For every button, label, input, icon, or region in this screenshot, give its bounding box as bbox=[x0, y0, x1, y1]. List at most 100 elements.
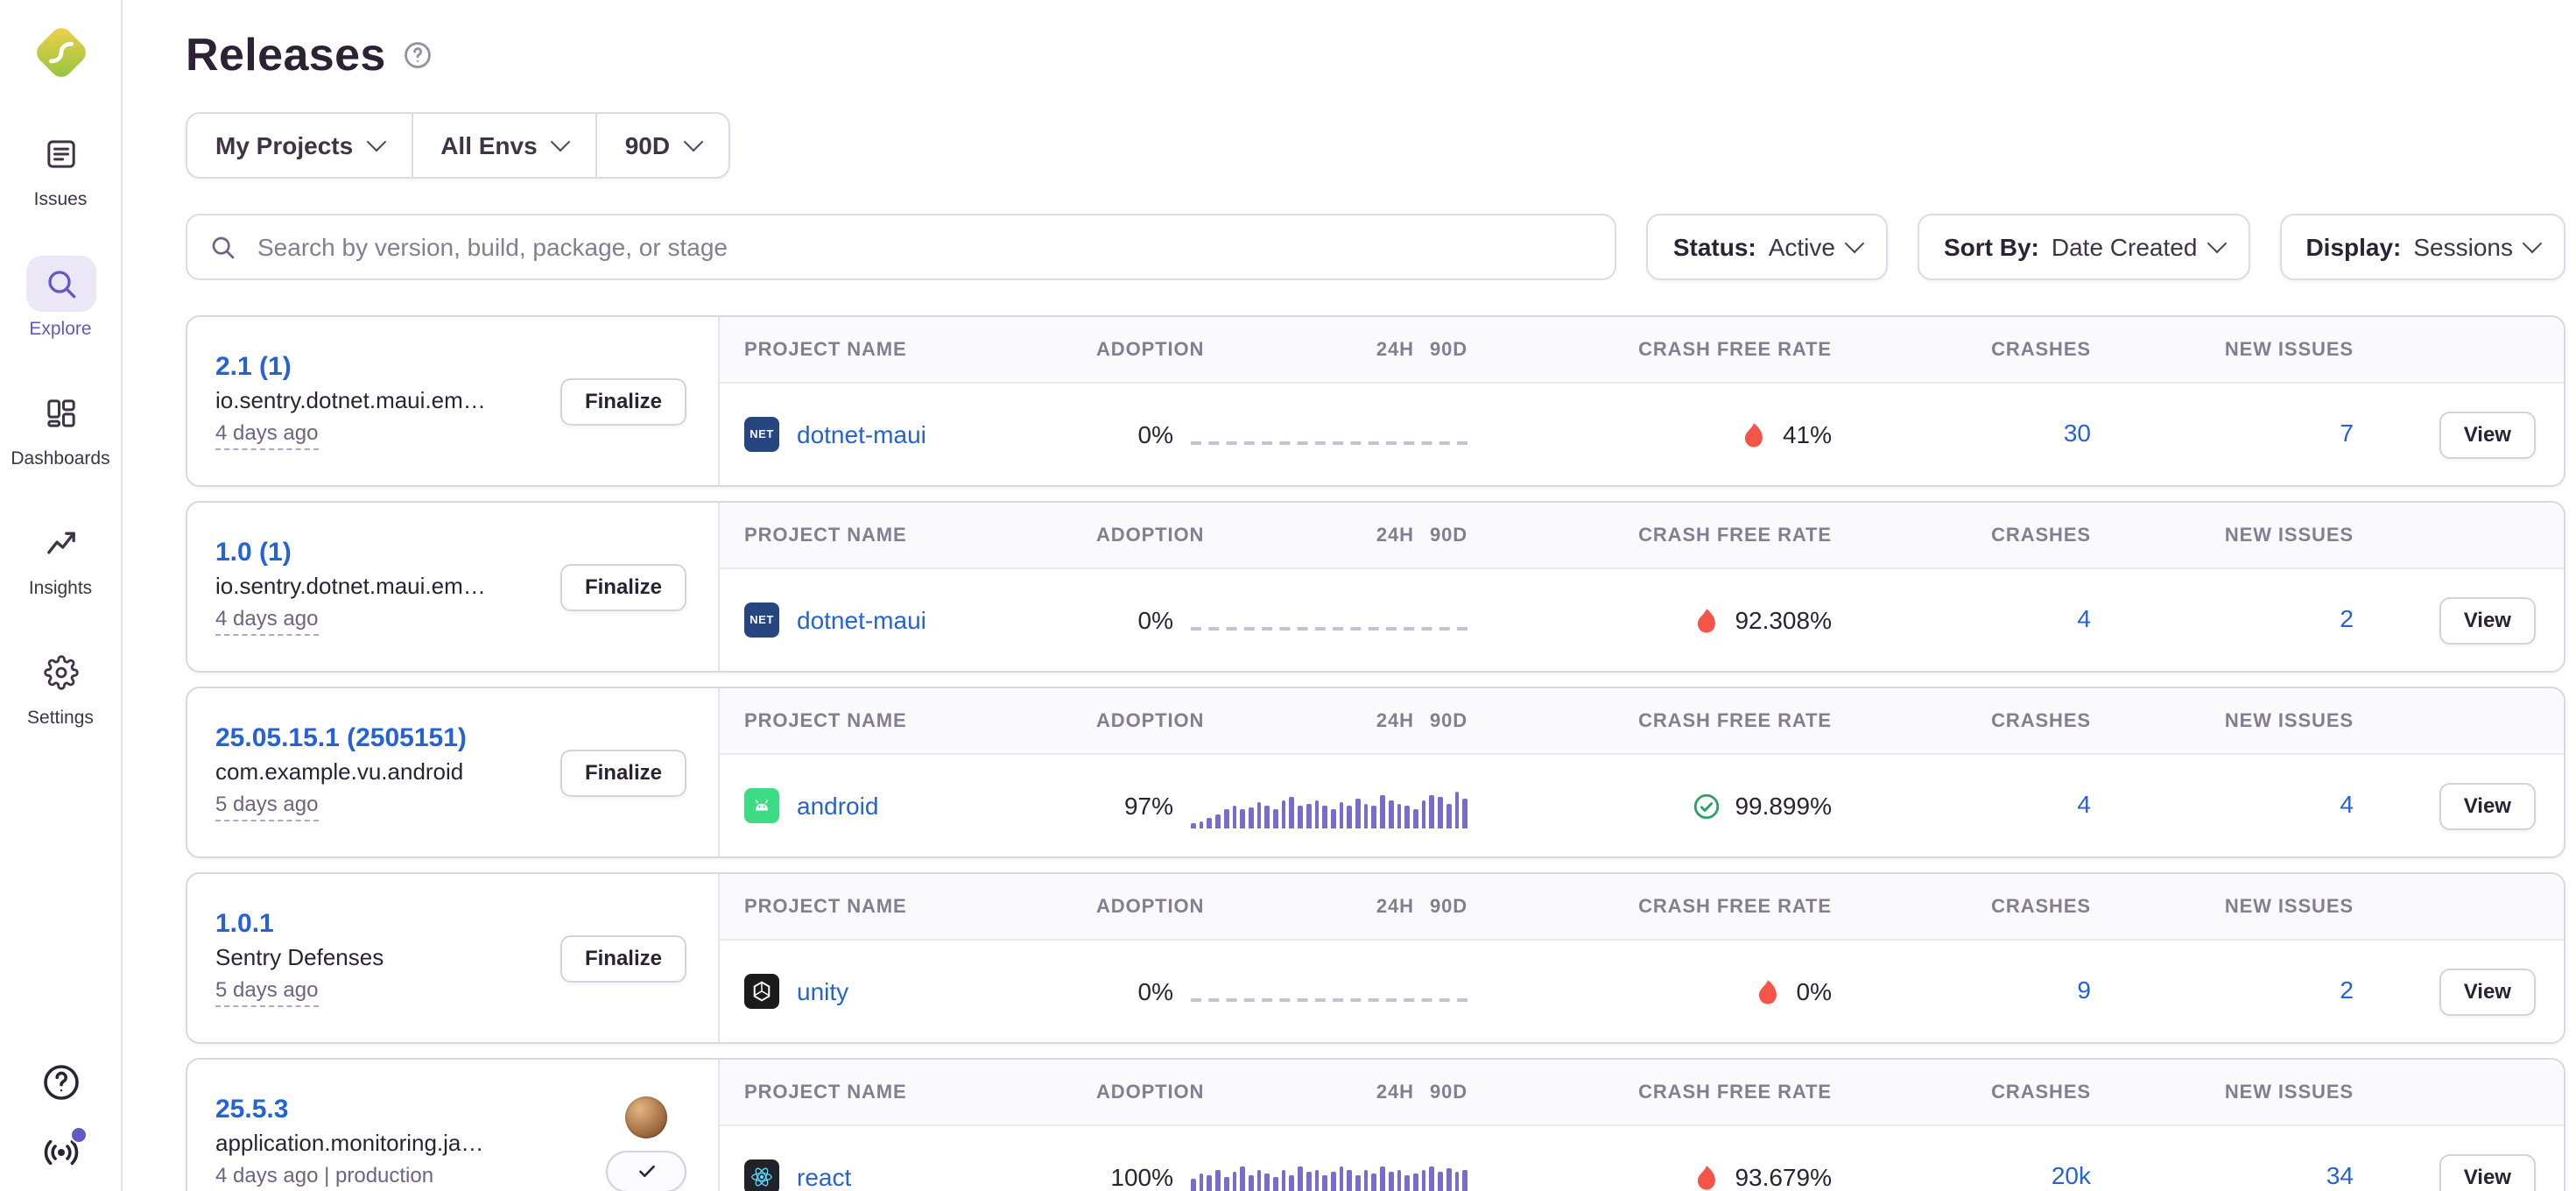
sentry-logo[interactable] bbox=[29, 21, 92, 84]
chevron-down-icon bbox=[550, 132, 570, 152]
sidebar-item-insights[interactable]: Insights bbox=[4, 515, 116, 599]
whats-new-broadcast-button[interactable] bbox=[39, 1131, 81, 1173]
dotnet-project-icon: NET bbox=[744, 603, 779, 638]
adoption-value: 0% bbox=[1096, 977, 1173, 1005]
explore-icon bbox=[25, 256, 95, 312]
col-project-name: PROJECT NAME bbox=[720, 1082, 1096, 1103]
new-issues-count-link[interactable]: 34 bbox=[2326, 1161, 2354, 1189]
col-adoption: ADOPTION bbox=[1096, 710, 1204, 731]
col-adoption: ADOPTION bbox=[1096, 1082, 1204, 1103]
project-filter-button[interactable]: My Projects bbox=[187, 114, 412, 177]
release-timestamp: 4 days ago bbox=[215, 419, 318, 451]
table-row: unity 0% 0% 9 2 View bbox=[720, 941, 2564, 1042]
col-24h[interactable]: 24H bbox=[1376, 1082, 1414, 1103]
status-filter-button[interactable]: Status: Active bbox=[1647, 214, 1888, 280]
table-header-row: PROJECT NAME ADOPTION 24H 90D CRASH FREE… bbox=[720, 874, 2564, 941]
crashes-count-link[interactable]: 30 bbox=[2064, 419, 2091, 447]
project-link[interactable]: dotnet-maui bbox=[797, 606, 926, 634]
col-project-name: PROJECT NAME bbox=[720, 896, 1096, 917]
view-button[interactable]: View bbox=[2439, 411, 2536, 458]
col-24h[interactable]: 24H bbox=[1376, 710, 1414, 731]
adoption-sparkline bbox=[1191, 783, 1467, 828]
col-24h[interactable]: 24H bbox=[1376, 525, 1414, 546]
view-button[interactable]: View bbox=[2439, 1153, 2536, 1191]
date-range-filter-button[interactable]: 90D bbox=[597, 114, 728, 177]
chevron-down-icon bbox=[366, 132, 386, 152]
crashes-count-link[interactable]: 20k bbox=[2052, 1161, 2091, 1189]
col-adoption: ADOPTION bbox=[1096, 896, 1204, 917]
crashes-count-link[interactable]: 9 bbox=[2077, 976, 2091, 1004]
col-new-issues: NEW ISSUES bbox=[2108, 525, 2371, 546]
view-button[interactable]: View bbox=[2439, 782, 2536, 829]
app-window: Issues Explore Dashboards Insights Setti… bbox=[0, 0, 2576, 1191]
release-version-link[interactable]: 1.0 (1) bbox=[215, 538, 486, 567]
new-issues-count-link[interactable]: 7 bbox=[2340, 419, 2354, 447]
page-title: Releases bbox=[186, 27, 386, 81]
adoption-value: 0% bbox=[1096, 606, 1173, 634]
date-range-filter-label: 90D bbox=[625, 131, 670, 159]
sidebar-item-explore[interactable]: Explore bbox=[4, 256, 116, 340]
sidebar-item-dashboards[interactable]: Dashboards bbox=[4, 385, 116, 469]
finalize-button[interactable]: Finalize bbox=[560, 563, 686, 610]
chevron-down-icon bbox=[1845, 234, 1865, 254]
project-link[interactable]: unity bbox=[797, 977, 848, 1005]
finalize-button[interactable]: Finalize bbox=[560, 749, 686, 796]
help-button[interactable] bbox=[39, 1061, 81, 1103]
new-issues-count-link[interactable]: 2 bbox=[2340, 604, 2354, 632]
crashes-count-link[interactable]: 4 bbox=[2077, 790, 2091, 818]
finalize-button[interactable]: Finalize bbox=[560, 377, 686, 425]
release-action: Finalize bbox=[560, 934, 686, 982]
release-project-table: PROJECT NAME ADOPTION 24H 90D CRASH FREE… bbox=[720, 688, 2564, 856]
col-crash-free-rate: CRASH FREE RATE bbox=[1496, 525, 1846, 546]
finalize-button[interactable]: Finalize bbox=[560, 934, 686, 982]
react-project-icon bbox=[744, 1159, 779, 1191]
release-summary-panel: 25.5.3 application.monitoring.ja… 4 days… bbox=[187, 1060, 720, 1191]
project-link[interactable]: react bbox=[797, 1163, 851, 1191]
sort-by-label: Sort By: bbox=[1944, 233, 2039, 261]
notification-dot bbox=[69, 1126, 87, 1144]
col-90d[interactable]: 90D bbox=[1430, 1082, 1467, 1103]
sort-by-button[interactable]: Sort By: Date Created bbox=[1918, 214, 2249, 280]
project-filter-label: My Projects bbox=[215, 131, 353, 159]
status-label: Status: bbox=[1673, 233, 1756, 261]
sidebar-item-issues[interactable]: Issues bbox=[4, 126, 116, 210]
release-version-link[interactable]: 25.5.3 bbox=[215, 1095, 483, 1124]
crashes-count-link[interactable]: 4 bbox=[2077, 604, 2091, 632]
col-90d[interactable]: 90D bbox=[1430, 710, 1467, 731]
release-version-link[interactable]: 1.0.1 bbox=[215, 909, 384, 939]
search-input[interactable] bbox=[254, 231, 1594, 263]
release-meta: 4 days ago bbox=[215, 419, 486, 451]
project-link[interactable]: dotnet-maui bbox=[797, 420, 926, 448]
col-crash-free-rate: CRASH FREE RATE bbox=[1496, 896, 1846, 917]
releases-help-icon[interactable] bbox=[404, 39, 433, 69]
col-new-issues: NEW ISSUES bbox=[2108, 710, 2371, 731]
environment-filter-button[interactable]: All Envs bbox=[412, 114, 597, 177]
view-button[interactable]: View bbox=[2439, 596, 2536, 644]
settings-icon bbox=[25, 645, 95, 701]
finalized-check-button[interactable] bbox=[606, 1150, 686, 1191]
new-issues-count-link[interactable]: 2 bbox=[2340, 976, 2354, 1004]
col-crash-free-rate: CRASH FREE RATE bbox=[1496, 1082, 1846, 1103]
release-card: 1.0 (1) io.sentry.dotnet.maui.em… 4 days… bbox=[186, 501, 2565, 673]
col-crash-free-rate: CRASH FREE RATE bbox=[1496, 339, 1846, 360]
release-version-link[interactable]: 2.1 (1) bbox=[215, 352, 486, 382]
project-link[interactable]: android bbox=[797, 792, 878, 820]
adoption-value: 100% bbox=[1096, 1163, 1173, 1191]
crash-free-flame-icon bbox=[1753, 976, 1783, 1006]
flat-adoption-dash bbox=[1191, 441, 1467, 445]
col-project-name: PROJECT NAME bbox=[720, 710, 1096, 731]
col-24h[interactable]: 24H bbox=[1376, 339, 1414, 360]
sidebar-item-settings[interactable]: Settings bbox=[4, 645, 116, 729]
release-package: com.example.vu.android bbox=[215, 758, 467, 785]
new-issues-count-link[interactable]: 4 bbox=[2340, 790, 2354, 818]
col-90d[interactable]: 90D bbox=[1430, 896, 1467, 917]
view-button[interactable]: View bbox=[2439, 968, 2536, 1015]
col-90d[interactable]: 90D bbox=[1430, 525, 1467, 546]
col-24h[interactable]: 24H bbox=[1376, 896, 1414, 917]
release-version-link[interactable]: 25.05.15.1 (2505151) bbox=[215, 723, 467, 753]
display-button[interactable]: Display: Sessions bbox=[2279, 214, 2565, 280]
col-90d[interactable]: 90D bbox=[1430, 339, 1467, 360]
release-project-table: PROJECT NAME ADOPTION 24H 90D CRASH FREE… bbox=[720, 317, 2564, 485]
chevron-down-icon bbox=[2206, 234, 2227, 254]
sidebar: Issues Explore Dashboards Insights Setti… bbox=[0, 0, 123, 1191]
